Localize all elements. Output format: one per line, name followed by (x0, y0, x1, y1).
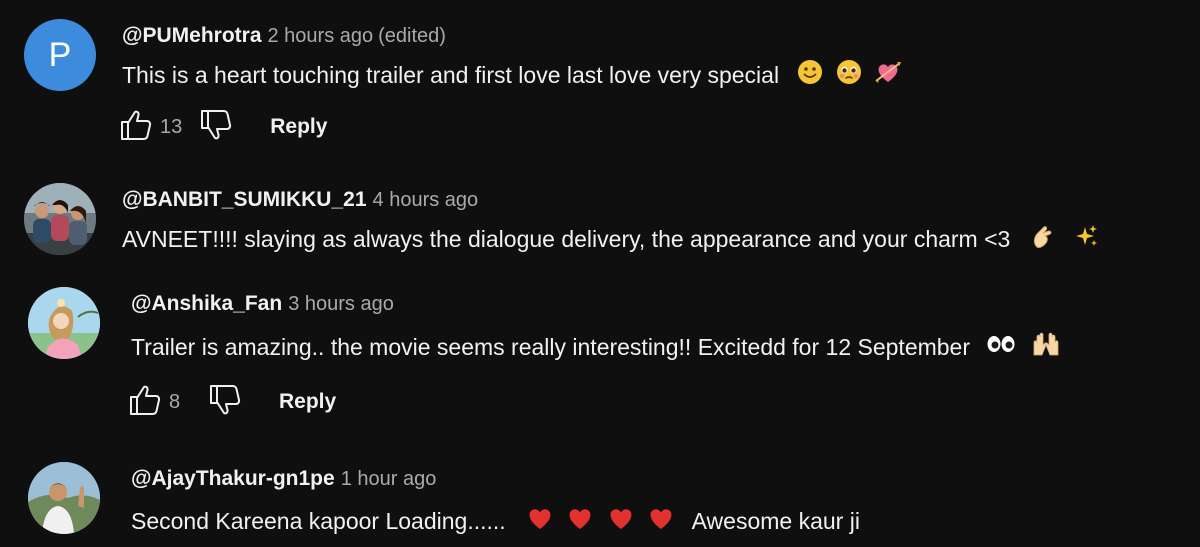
avatar[interactable]: P (24, 19, 96, 91)
comment-text-body: AVNEET!!!! slaying as always the dialogu… (122, 226, 1011, 252)
comment-text-body: Second Kareena kapoor Loading...... (131, 508, 506, 534)
comment-text: Trailer is amazing.. the movie seems rea… (131, 330, 1061, 364)
heart-with-arrow-icon (874, 59, 902, 94)
comment-text-suffix: Awesome kaur ji (691, 508, 860, 534)
pinching-hand-icon (1029, 223, 1055, 258)
red-heart-icon (566, 505, 594, 540)
comment-1: P @PUMehrotra 2 hours ago (edited) This is… (0, 0, 1200, 160)
like-count: 8 (169, 390, 181, 413)
sparkles-icon (1073, 223, 1099, 258)
comment-2: @BANBIT_SUMIKKU_21 4 hours ago AVNEET!!!!… (0, 160, 1200, 270)
comment-timestamp[interactable]: 4 hours ago (373, 189, 479, 211)
comment-3: @Anshika_Fan 3 hours ago Trailer is amazi… (0, 270, 1200, 440)
comment-actions: 8 Reply (125, 382, 336, 422)
comment-timestamp[interactable]: 3 hours ago (288, 293, 394, 315)
group-photo-avatar-image (24, 183, 96, 255)
red-heart-icon (526, 505, 554, 540)
comment-author[interactable]: @AjayThakur-gn1pe (131, 467, 335, 490)
avatar[interactable] (24, 183, 96, 255)
comment-text: AVNEET!!!! slaying as always the dialogu… (122, 222, 1099, 256)
comment-text: This is a heart touching trailer and fir… (122, 58, 902, 92)
man-photo-avatar-image (28, 462, 100, 534)
comment-header: @PUMehrotra 2 hours ago (edited) (122, 21, 446, 51)
pleading-face-icon (836, 59, 862, 94)
thumbs-down-icon (199, 109, 233, 146)
comment-header: @AjayThakur-gn1pe 1 hour ago (131, 464, 436, 494)
thumbs-up-icon (128, 384, 162, 421)
thumbs-up-icon (119, 109, 153, 146)
comment-text: Second Kareena kapoor Loading...... Awes… (131, 504, 860, 538)
comment-text-body: Trailer is amazing.. the movie seems rea… (131, 334, 971, 360)
reply-button[interactable]: Reply (270, 115, 327, 139)
comment-actions: 13 Reply (116, 107, 327, 147)
illustrated-girl-avatar-image (28, 287, 100, 359)
red-heart-icon (607, 505, 635, 540)
dislike-button[interactable] (205, 382, 245, 422)
raising-hands-icon (1031, 331, 1061, 366)
dislike-button[interactable] (196, 107, 236, 147)
like-button[interactable] (125, 382, 165, 422)
avatar[interactable] (28, 462, 100, 534)
avatar-letter: P (48, 35, 72, 74)
avatar[interactable] (28, 287, 100, 359)
comment-header: @Anshika_Fan 3 hours ago (131, 289, 394, 319)
like-button[interactable] (116, 107, 156, 147)
thumbs-down-icon (208, 384, 242, 421)
comment-timestamp[interactable]: 1 hour ago (341, 468, 437, 490)
comment-header: @BANBIT_SUMIKKU_21 4 hours ago (122, 185, 478, 215)
comment-4: @AjayThakur-gn1pe 1 hour ago Second Karee… (0, 440, 1200, 547)
eyes-icon (986, 331, 1016, 366)
comment-author[interactable]: @Anshika_Fan (131, 292, 282, 315)
comment-text-body: This is a heart touching trailer and fir… (122, 62, 780, 88)
like-count: 13 (160, 115, 183, 138)
edited-label: (edited) (378, 25, 446, 47)
red-heart-icon (647, 505, 675, 540)
comment-author[interactable]: @BANBIT_SUMIKKU_21 (122, 188, 367, 211)
slightly-smiling-face-icon (797, 59, 823, 94)
comment-author[interactable]: @PUMehrotra (122, 24, 262, 47)
reply-button[interactable]: Reply (279, 390, 336, 414)
comment-timestamp[interactable]: 2 hours ago (268, 25, 374, 47)
